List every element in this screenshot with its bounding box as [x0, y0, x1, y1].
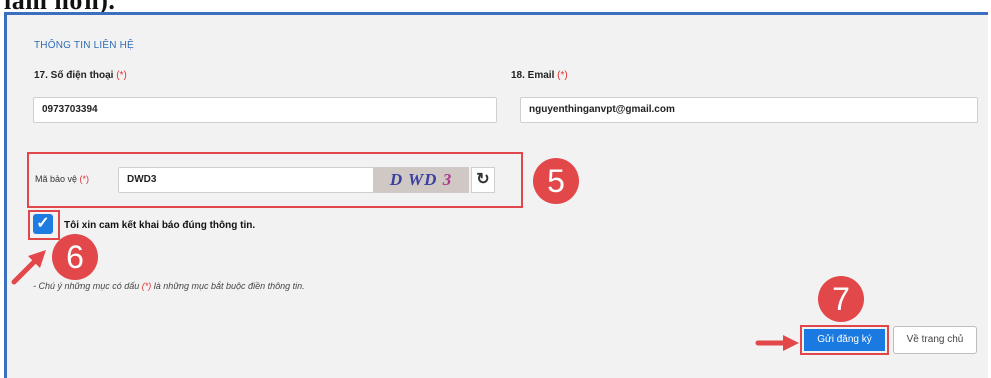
required-note: - Chú ý những mục có dấu (*) là những mụ… [33, 281, 305, 291]
submit-registration-button[interactable]: Gửi đăng ký [804, 329, 885, 351]
note-mark: (*) [141, 281, 152, 291]
arrow-step-7-icon [755, 335, 799, 351]
email-field[interactable]: nguyenthinganvpt@gmail.com [520, 97, 978, 123]
note-suffix: là những mục bắt buộc điền thông tin. [153, 281, 305, 291]
email-label-text: 18. Email [511, 70, 555, 81]
back-home-button[interactable]: Về trang chủ [893, 326, 977, 354]
email-label: 18. Email (*) [511, 70, 568, 81]
note-prefix: - Chú ý những mục có dấu [33, 281, 140, 291]
commitment-checkbox[interactable]: ✓ [33, 214, 53, 234]
captcha-required-mark: (*) [79, 174, 90, 184]
step-7-badge: 7 [818, 276, 864, 322]
arrow-step-6-icon [11, 250, 46, 285]
captcha-image-text: D WD [389, 170, 438, 189]
captcha-label-text: Mã bảo vệ [35, 174, 78, 184]
phone-label: 17. Số điện thoại (*) [34, 70, 127, 81]
refresh-captcha-icon[interactable]: ↻ [471, 167, 495, 193]
captcha-input[interactable]: DWD3 [118, 167, 374, 193]
captcha-label: Mã bảo vệ (*) [35, 174, 89, 184]
email-required-mark: (*) [557, 70, 568, 81]
step-6-badge: 6 [52, 234, 98, 280]
captcha-image: D WD 3 [373, 167, 469, 193]
captcha-image-last: 3 [442, 170, 453, 189]
section-title: THÔNG TIN LIÊN HỆ [34, 40, 134, 51]
step-5-badge: 5 [533, 158, 579, 204]
phone-required-mark: (*) [116, 70, 127, 81]
commitment-text: Tôi xin cam kết khai báo đúng thông tin. [64, 220, 256, 231]
phone-label-text: 17. Số điện thoại [34, 70, 114, 81]
phone-field[interactable]: 0973703394 [33, 97, 497, 123]
